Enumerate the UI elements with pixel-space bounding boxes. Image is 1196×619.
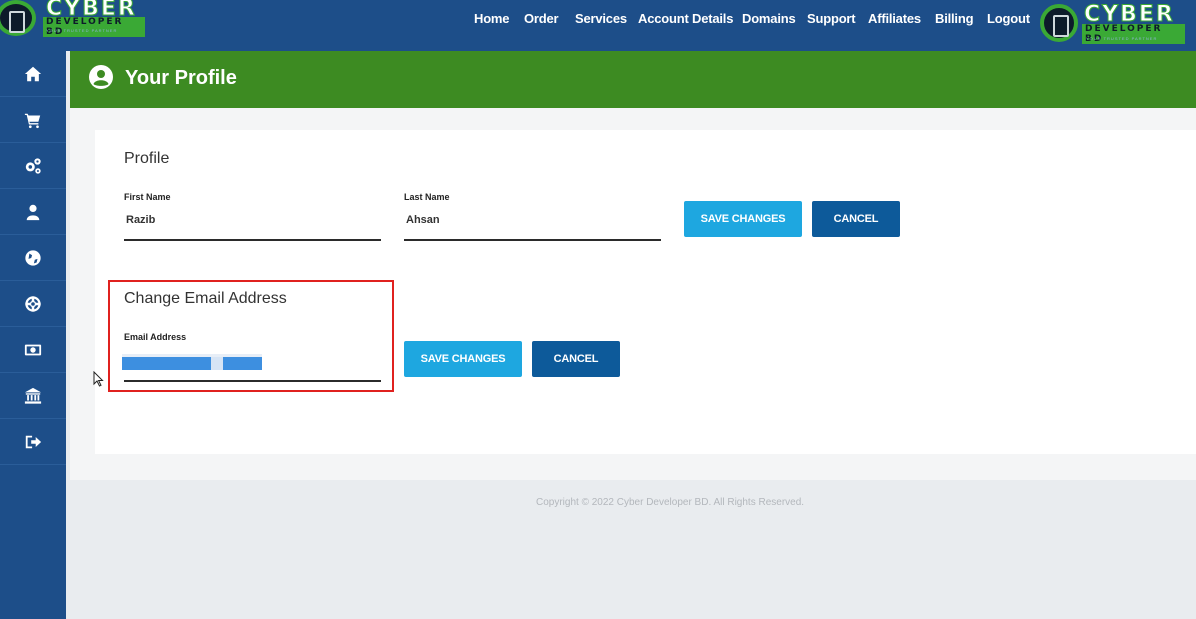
last-name-field[interactable]: Ahsan <box>406 214 660 232</box>
profile-section-title: Profile <box>124 150 170 167</box>
first-name-label: First Name <box>124 192 171 202</box>
nav-order[interactable]: Order <box>524 11 559 26</box>
bank-icon <box>24 387 42 404</box>
globe-icon <box>25 249 41 266</box>
sidebar-item-bank[interactable] <box>0 373 66 419</box>
cart-icon <box>24 113 41 128</box>
nav-billing[interactable]: Billing <box>935 11 974 26</box>
sidebar-item-logout[interactable] <box>0 419 66 465</box>
logo-server-icon <box>0 0 36 36</box>
profile-save-button[interactable]: SAVE CHANGES <box>684 201 802 237</box>
sidebar-item-cart[interactable] <box>0 97 66 143</box>
email-cancel-button[interactable]: CANCEL <box>532 341 620 377</box>
nav-domains[interactable]: Domains <box>742 11 796 26</box>
mouse-cursor-icon <box>93 371 104 387</box>
logo-server-icon <box>1040 4 1078 42</box>
nav-support[interactable]: Support <box>807 11 856 26</box>
first-name-field[interactable]: Razib <box>126 214 380 232</box>
sidebar-item-account[interactable] <box>0 189 66 235</box>
page-title: Your Profile <box>125 67 237 89</box>
last-name-label: Last Name <box>404 192 450 202</box>
sidebar-item-domains[interactable] <box>0 235 66 281</box>
page-header: Your Profile <box>70 51 1196 108</box>
sidebar-item-home[interactable] <box>0 51 66 97</box>
top-navbar: CYBER DEVELOPER BD YOUR TRUSTED PARTNER … <box>0 0 1196 51</box>
copyright-text: Copyright © 2022 Cyber Developer BD. All… <box>536 497 805 508</box>
email-save-button[interactable]: SAVE CHANGES <box>404 341 522 377</box>
logo-tagline: YOUR TRUSTED PARTNER <box>1086 36 1158 41</box>
gears-icon <box>25 157 41 174</box>
logo-subword: DEVELOPER BD <box>43 17 145 37</box>
sidebar-item-billing[interactable] <box>0 327 66 373</box>
sidebar <box>0 51 66 619</box>
sidebar-item-support[interactable] <box>0 281 66 327</box>
brand-logo-right[interactable]: CYBER DEVELOPER BD YOUR TRUSTED PARTNER <box>1040 2 1185 44</box>
footer: Copyright © 2022 Cyber Developer BD. All… <box>70 480 1196 619</box>
last-name-underline <box>404 239 661 241</box>
profile-cancel-button[interactable]: CANCEL <box>812 201 900 237</box>
sidebar-item-services[interactable] <box>0 143 66 189</box>
home-icon <box>24 66 42 81</box>
first-name-underline <box>124 239 381 241</box>
nav-account-details[interactable]: Account Details <box>638 11 733 26</box>
nav-logout[interactable]: Logout <box>987 11 1030 26</box>
user-icon <box>26 204 40 220</box>
logo-tagline: YOUR TRUSTED PARTNER <box>46 28 118 33</box>
sign-out-icon <box>25 435 42 448</box>
money-icon <box>24 344 42 355</box>
nav-affiliates[interactable]: Affiliates <box>868 11 921 26</box>
nav-services[interactable]: Services <box>575 11 627 26</box>
user-circle-icon <box>89 65 113 89</box>
logo-subword: DEVELOPER BD <box>1082 24 1185 44</box>
email-highlight-box <box>108 280 394 392</box>
nav-home[interactable]: Home <box>474 11 510 26</box>
lifebuoy-icon <box>25 295 41 312</box>
brand-logo[interactable]: CYBER DEVELOPER BD YOUR TRUSTED PARTNER <box>0 0 145 40</box>
